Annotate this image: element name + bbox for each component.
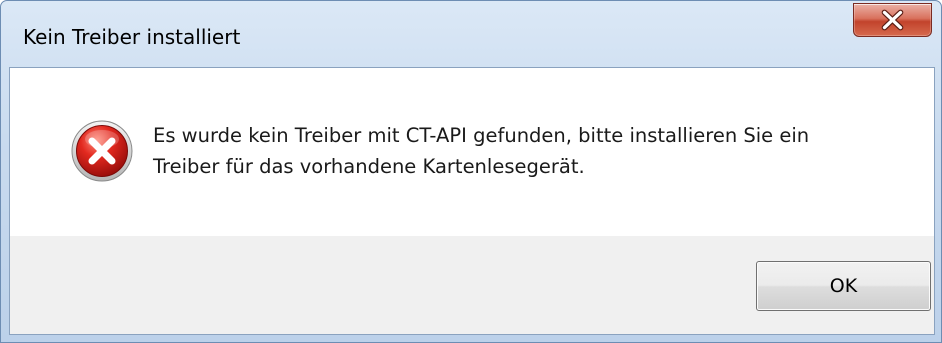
dialog-content: Es wurde kein Treiber mit CT-API gefunde… <box>9 67 935 335</box>
close-icon <box>881 9 904 31</box>
button-bar: OK <box>10 236 934 334</box>
title-bar[interactable]: Kein Treiber installiert <box>1 1 941 67</box>
close-button[interactable] <box>853 3 932 37</box>
message-area: Es wurde kein Treiber mit CT-API gefunde… <box>10 68 934 236</box>
ok-button[interactable]: OK <box>756 261 931 311</box>
window-title: Kein Treiber installiert <box>23 25 241 49</box>
dialog-window: Kein Treiber installiert Es wurde kein T… <box>0 0 942 343</box>
error-icon <box>71 120 133 182</box>
error-message: Es wurde kein Treiber mit CT-API gefunde… <box>153 124 810 178</box>
